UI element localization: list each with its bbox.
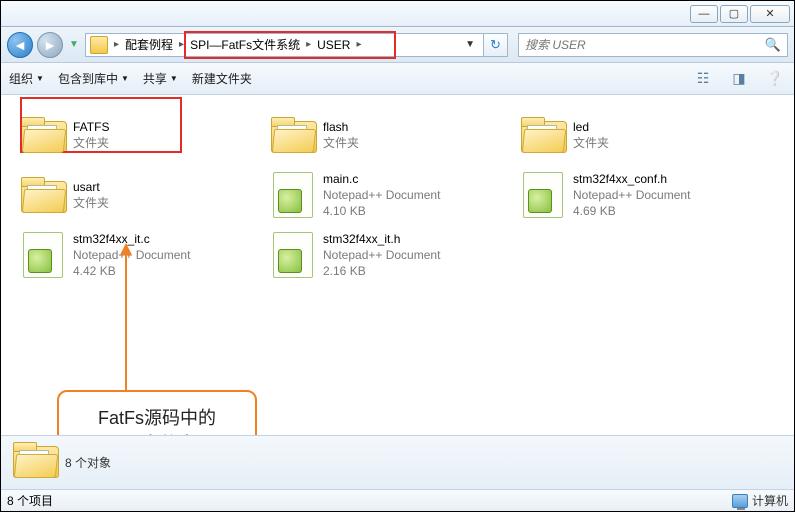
folder-icon: [90, 36, 108, 54]
file-icon: ✎: [519, 171, 567, 219]
folder-icon: [19, 111, 67, 159]
refresh-button[interactable]: ↻: [484, 33, 508, 57]
file-item[interactable]: ✎ stm32f4xx_it.hNotepad++ Document2.16 KB: [265, 225, 515, 285]
back-button[interactable]: ◄: [7, 32, 33, 58]
file-item[interactable]: ✎ main.cNotepad++ Document4.10 KB: [265, 165, 515, 225]
annotation-arrow: [125, 245, 127, 391]
file-icon: ✎: [19, 231, 67, 279]
details-text: 8 个对象: [65, 454, 111, 471]
toolbar-label: 包含到库中: [58, 70, 118, 87]
folder-item[interactable]: led文件夹: [515, 105, 765, 165]
status-item-count: 8 个项目: [7, 492, 732, 509]
folder-icon: [19, 171, 67, 219]
address-bar[interactable]: ▸ 配套例程 ▸ SPI—FatFs文件系统 ▸ USER ▸ ▼: [85, 33, 484, 57]
breadcrumb-item[interactable]: 配套例程: [121, 36, 177, 53]
item-subtitle: 文件夹: [73, 135, 109, 151]
item-name: stm32f4xx_it.h: [323, 231, 440, 247]
item-subtitle: 文件夹: [323, 135, 359, 151]
folder-item[interactable]: FATFS文件夹: [15, 105, 265, 165]
item-size: 4.69 KB: [573, 203, 690, 219]
new-folder-button[interactable]: 新建文件夹: [192, 70, 252, 87]
view-options-button[interactable]: ☷: [692, 69, 714, 89]
chevron-down-icon: ▼: [170, 74, 178, 83]
help-button[interactable]: ❔: [764, 69, 786, 89]
forward-button[interactable]: ►: [37, 32, 63, 58]
address-dropdown[interactable]: ▼: [461, 39, 479, 50]
chevron-right-icon[interactable]: ▸: [304, 39, 313, 50]
item-size: 4.42 KB: [73, 263, 190, 279]
breadcrumb-item[interactable]: USER: [313, 38, 354, 52]
include-in-library-button[interactable]: 包含到库中 ▼: [58, 70, 129, 87]
toolbar-label: 新建文件夹: [192, 70, 252, 87]
folder-icon: [13, 442, 55, 484]
file-icon: ✎: [269, 171, 317, 219]
minimize-button[interactable]: —: [690, 5, 718, 23]
breadcrumb-item[interactable]: SPI—FatFs文件系统: [186, 36, 304, 53]
chevron-right-icon[interactable]: ▸: [354, 39, 363, 50]
toolbar-label: 组织: [9, 70, 33, 87]
item-subtitle: 文件夹: [573, 135, 609, 151]
item-size: 2.16 KB: [323, 263, 440, 279]
folder-item[interactable]: usart文件夹: [15, 165, 265, 225]
search-input[interactable]: [525, 38, 765, 52]
chevron-right-icon[interactable]: ▸: [112, 39, 121, 50]
file-item[interactable]: ✎ stm32f4xx_conf.hNotepad++ Document4.69 …: [515, 165, 765, 225]
search-icon[interactable]: 🔍: [765, 37, 781, 53]
preview-pane-button[interactable]: ◨: [728, 69, 750, 89]
item-name: FATFS: [73, 119, 109, 135]
status-label: 计算机: [752, 492, 788, 509]
item-name: stm32f4xx_conf.h: [573, 171, 690, 187]
item-name: main.c: [323, 171, 440, 187]
maximize-button[interactable]: ▢: [720, 5, 748, 23]
nav-history-dropdown[interactable]: ▼: [67, 34, 81, 56]
folder-icon: [519, 111, 567, 159]
item-name: usart: [73, 179, 109, 195]
organize-button[interactable]: 组织 ▼: [9, 70, 44, 87]
folder-item[interactable]: flash文件夹: [265, 105, 515, 165]
close-button[interactable]: ✕: [750, 5, 790, 23]
item-subtitle: Notepad++ Document: [323, 247, 440, 263]
file-item[interactable]: ✎stm32f4xx_it.cNotepad++ Document4.42 KB: [15, 225, 265, 285]
callout-line: FatFs源码中的: [98, 404, 216, 430]
chevron-right-icon[interactable]: ▸: [177, 39, 186, 50]
toolbar-label: 共享: [143, 70, 167, 87]
item-name: flash: [323, 119, 359, 135]
search-box[interactable]: 🔍: [518, 33, 788, 57]
chevron-down-icon: ▼: [121, 74, 129, 83]
chevron-down-icon: ▼: [36, 74, 44, 83]
item-name: led: [573, 119, 609, 135]
item-size: 4.10 KB: [323, 203, 440, 219]
status-computer: 计算机: [732, 492, 788, 509]
share-button[interactable]: 共享 ▼: [143, 70, 178, 87]
item-subtitle: Notepad++ Document: [573, 187, 690, 203]
item-subtitle: 文件夹: [73, 195, 109, 211]
folder-icon: [269, 111, 317, 159]
computer-icon: [732, 494, 748, 508]
file-icon: ✎: [269, 231, 317, 279]
item-subtitle: Notepad++ Document: [323, 187, 440, 203]
